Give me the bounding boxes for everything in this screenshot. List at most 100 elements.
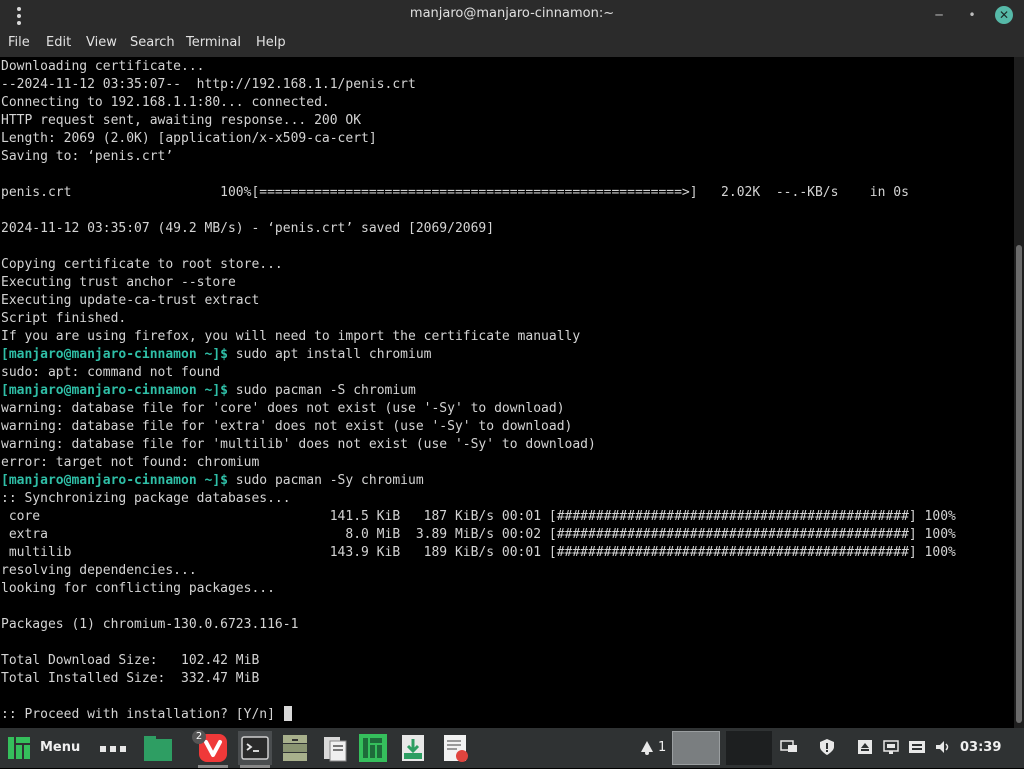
archive-icon	[283, 735, 307, 761]
terminal-line: multilib 143.9 KiB 189 KiB/s 00:01 [####…	[1, 544, 956, 562]
terminal-text: Executing trust anchor --store	[1, 275, 236, 290]
terminal-task[interactable]	[238, 731, 272, 768]
manjaro-settings-icon	[359, 734, 387, 762]
menu-help[interactable]: Help	[256, 35, 286, 50]
terminal-text: Script finished.	[1, 311, 127, 326]
terminal-line: extra 8.0 MiB 3.89 MiB/s 00:02 [########…	[1, 526, 956, 544]
terminal-line: :: Synchronizing package databases...	[1, 490, 956, 508]
terminal-text: --2024-11-12 03:35:07-- http://192.168.1…	[1, 77, 416, 92]
shell-prompt: [manjaro@manjaro-cinnamon ~]$	[1, 383, 228, 398]
terminal-text: sudo apt install chromium	[227, 347, 432, 362]
terminal-output[interactable]: Downloading certificate... --2024-11-12 0…	[0, 57, 1014, 728]
text-editor-icon	[444, 735, 468, 762]
workspace-2[interactable]	[726, 731, 772, 765]
update-shield-icon[interactable]	[818, 738, 836, 756]
menu-terminal[interactable]: Terminal	[186, 35, 241, 50]
terminal-line: [manjaro@manjaro-cinnamon ~]$ sudo pacma…	[1, 472, 956, 490]
terminal-line: error: target not found: chromium	[1, 454, 956, 472]
terminal-line: [manjaro@manjaro-cinnamon ~]$ sudo pacma…	[1, 382, 956, 400]
terminal-line: warning: database file for 'extra' does …	[1, 418, 956, 436]
menu-search[interactable]: Search	[130, 35, 175, 50]
terminal-line: Copying certificate to root store...	[1, 256, 956, 274]
maximize-button[interactable]: •	[963, 6, 981, 24]
network-icon[interactable]	[882, 738, 900, 756]
scrollbar-thumb[interactable]	[1016, 245, 1022, 723]
terminal-line: Total Download Size: 102.42 MiB	[1, 652, 956, 670]
start-menu-button[interactable]: Menu	[4, 732, 80, 764]
vivaldi-task[interactable]: 2	[192, 730, 230, 768]
documents-launcher[interactable]	[318, 731, 352, 765]
notifications-icon[interactable]	[638, 738, 656, 756]
terminal-lines: Downloading certificate... --2024-11-12 0…	[1, 58, 956, 724]
terminal-line: Downloading certificate...	[1, 58, 956, 76]
terminal-text: 2024-11-12 03:35:07 (49.2 MB/s) - ‘penis…	[1, 221, 495, 236]
terminal-text: Saving to: ‘penis.crt’	[1, 149, 174, 164]
menu-edit[interactable]: Edit	[46, 35, 71, 50]
terminal-text: Connecting to 192.168.1.1:80... connecte…	[1, 95, 330, 110]
menu-file[interactable]: File	[8, 35, 30, 50]
terminal-icon	[241, 736, 269, 760]
text-editor-launcher[interactable]	[438, 731, 472, 765]
terminal-text: :: Synchronizing package databases...	[1, 491, 291, 506]
terminal-text: warning: database file for 'extra' does …	[1, 419, 573, 434]
terminal-line: Executing trust anchor --store	[1, 274, 956, 292]
archive-manager-launcher[interactable]	[278, 731, 312, 765]
volume-icon[interactable]	[934, 738, 952, 756]
terminal-text: If you are using firefox, you will need …	[1, 329, 581, 344]
notification-count: 1	[658, 740, 667, 755]
terminal-line: Packages (1) chromium-130.0.6723.116-1	[1, 616, 956, 634]
terminal-text: penis.crt 100%[=========================…	[1, 185, 909, 200]
terminal-scrollbar[interactable]	[1014, 57, 1024, 728]
terminal-line: If you are using firefox, you will need …	[1, 328, 956, 346]
download-package-icon	[402, 735, 424, 761]
minimize-button[interactable]: ─	[930, 6, 948, 24]
shell-prompt: [manjaro@manjaro-cinnamon ~]$	[1, 347, 228, 362]
terminal-line: sudo: apt: command not found	[1, 364, 956, 382]
window-count-badge: 2	[192, 730, 206, 744]
terminal-line: Connecting to 192.168.1.1:80... connecte…	[1, 94, 956, 112]
terminal-line: Total Installed Size: 332.47 MiB	[1, 670, 956, 688]
terminal-text: warning: database file for 'core' does n…	[1, 401, 565, 416]
terminal-text: Executing update-ca-trust extract	[1, 293, 260, 308]
terminal-text: :: Proceed with installation? [Y/n]	[1, 707, 283, 722]
terminal-line: 2024-11-12 03:35:07 (49.2 MB/s) - ‘penis…	[1, 220, 956, 238]
terminal-line: resolving dependencies...	[1, 562, 956, 580]
terminal-text: HTTP request sent, awaiting response... …	[1, 113, 362, 128]
terminal-line: Length: 2069 (2.0K) [application/x-x509-…	[1, 130, 956, 148]
terminal-line: Saving to: ‘penis.crt’	[1, 148, 956, 166]
terminal-line: warning: database file for 'multilib' do…	[1, 436, 956, 454]
terminal-text: Copying certificate to root store...	[1, 257, 283, 272]
terminal-text: Packages (1) chromium-130.0.6723.116-1	[1, 617, 299, 632]
file-manager-launcher[interactable]	[140, 731, 174, 765]
documents-icon	[324, 737, 347, 762]
terminal-text: Total Download Size: 102.42 MiB	[1, 653, 260, 668]
keyboard-icon[interactable]	[908, 738, 926, 756]
clock[interactable]: 03:39	[960, 740, 1001, 755]
package-installer-launcher[interactable]	[396, 731, 430, 765]
display-icon[interactable]	[780, 738, 798, 756]
terminal-text: warning: database file for 'multilib' do…	[1, 437, 596, 452]
show-desktop-icon[interactable]	[100, 746, 126, 752]
terminal-text: sudo pacman -S chromium	[227, 383, 416, 398]
eject-icon[interactable]	[856, 738, 874, 756]
menu-view[interactable]: View	[86, 35, 117, 50]
terminal-text: error: target not found: chromium	[1, 455, 260, 470]
terminal-text: sudo pacman -Sy chromium	[227, 473, 424, 488]
text-cursor	[283, 706, 292, 721]
terminal-line: looking for conflicting packages...	[1, 580, 956, 598]
terminal-text: Total Installed Size: 332.47 MiB	[1, 671, 260, 686]
title-bar: manjaro@manjaro-cinnamon:~ ─ • ✕	[0, 0, 1024, 30]
terminal-line: penis.crt 100%[=========================…	[1, 184, 956, 202]
manjaro-settings-launcher[interactable]	[356, 731, 390, 765]
terminal-line: core 141.5 KiB 187 KiB/s 00:01 [########…	[1, 508, 956, 526]
workspace-1[interactable]	[672, 731, 720, 765]
terminal-line: Executing update-ca-trust extract	[1, 292, 956, 310]
terminal-text: multilib 143.9 KiB 189 KiB/s 00:01 [####…	[1, 545, 956, 560]
close-button[interactable]: ✕	[995, 6, 1013, 24]
